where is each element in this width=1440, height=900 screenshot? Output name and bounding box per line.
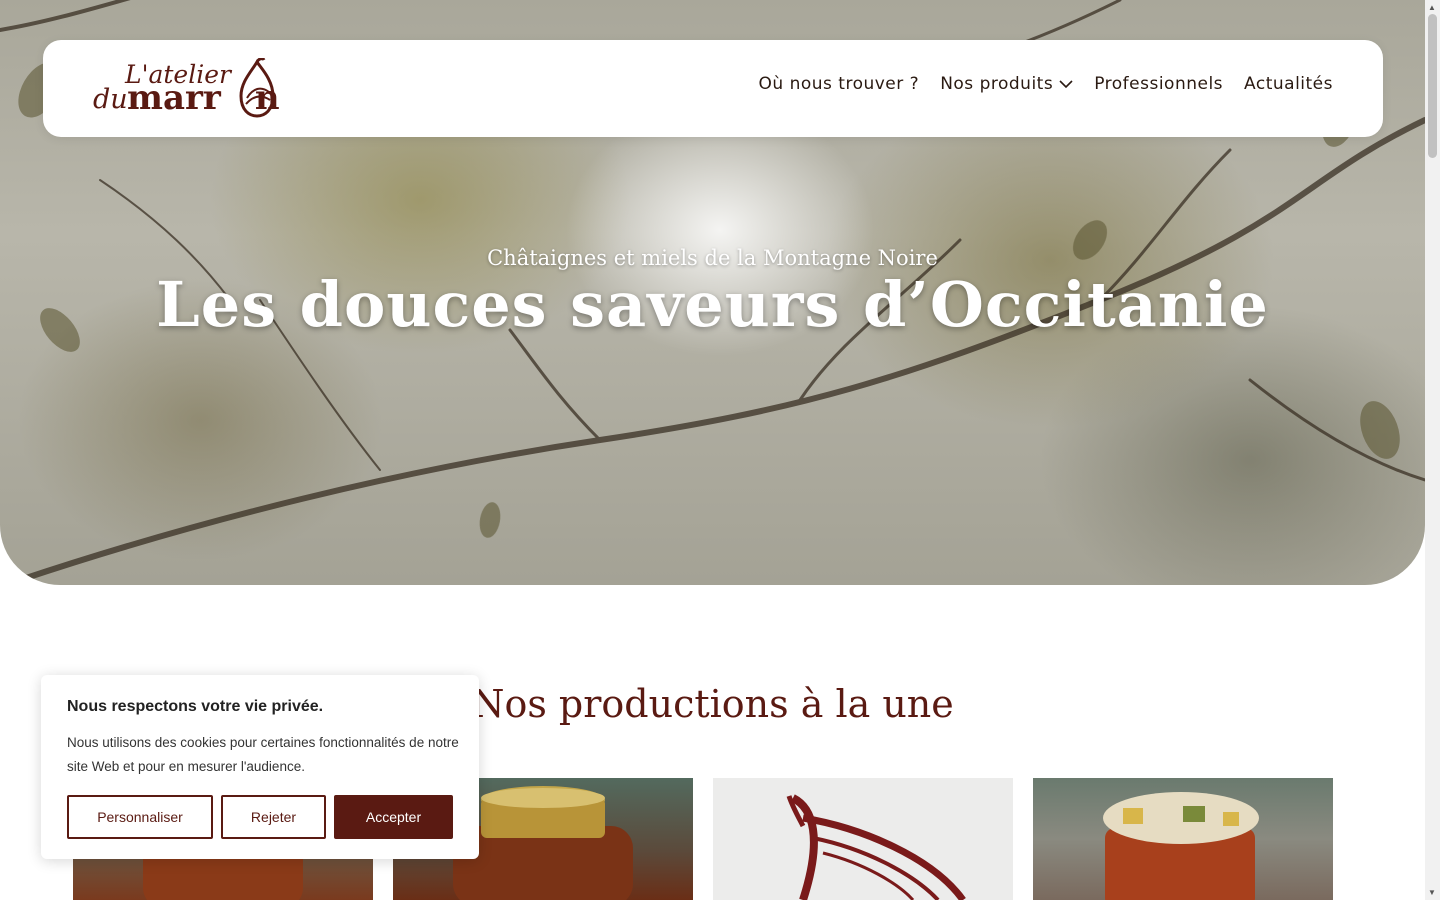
chestnut-logo-image: [786, 794, 966, 900]
chestnut-logo-icon: [239, 58, 275, 118]
customize-button[interactable]: Personnaliser: [67, 795, 213, 839]
scroll-up-arrow-icon[interactable]: ▲: [1428, 3, 1436, 12]
reject-button[interactable]: Rejeter: [221, 795, 326, 839]
product-card-image[interactable]: [1033, 778, 1333, 900]
page-scrollbar[interactable]: ▲ ▼: [1425, 0, 1440, 900]
hero-title: Les douces saveurs d’Occitanie: [156, 268, 1269, 341]
product-card-image[interactable]: [713, 778, 1013, 900]
nav-professionals[interactable]: Professionnels: [1094, 74, 1223, 94]
cookie-title: Nous respectons votre vie privée.: [67, 698, 324, 715]
nav-products[interactable]: Nos produits: [940, 74, 1073, 94]
nav-products-label: Nos produits: [940, 74, 1054, 94]
site-header: L'atelier du marr n Où nous trouver ? Nos…: [43, 40, 1383, 137]
scrollbar-thumb[interactable]: [1428, 14, 1437, 158]
logo-text-du: du: [93, 84, 128, 115]
nav-where-to-find-us[interactable]: Où nous trouver ?: [759, 74, 920, 94]
accept-button[interactable]: Accepter: [334, 795, 453, 839]
nav-news[interactable]: Actualités: [1244, 74, 1333, 94]
cookie-text: Nous utilisons des cookies pour certaine…: [67, 735, 459, 774]
jam-jar-image: [1103, 792, 1259, 900]
main-nav: Où nous trouver ? Nos produits Professio…: [738, 74, 1333, 94]
hero-subtitle: Châtaignes et miels de la Montagne Noire: [487, 246, 938, 270]
cookie-consent-banner: Nous respectons votre vie privée. Nous u…: [41, 675, 479, 859]
chevron-down-icon: [1059, 80, 1073, 89]
scroll-down-arrow-icon[interactable]: ▼: [1428, 888, 1436, 897]
site-logo[interactable]: L'atelier du marr n: [91, 56, 315, 122]
